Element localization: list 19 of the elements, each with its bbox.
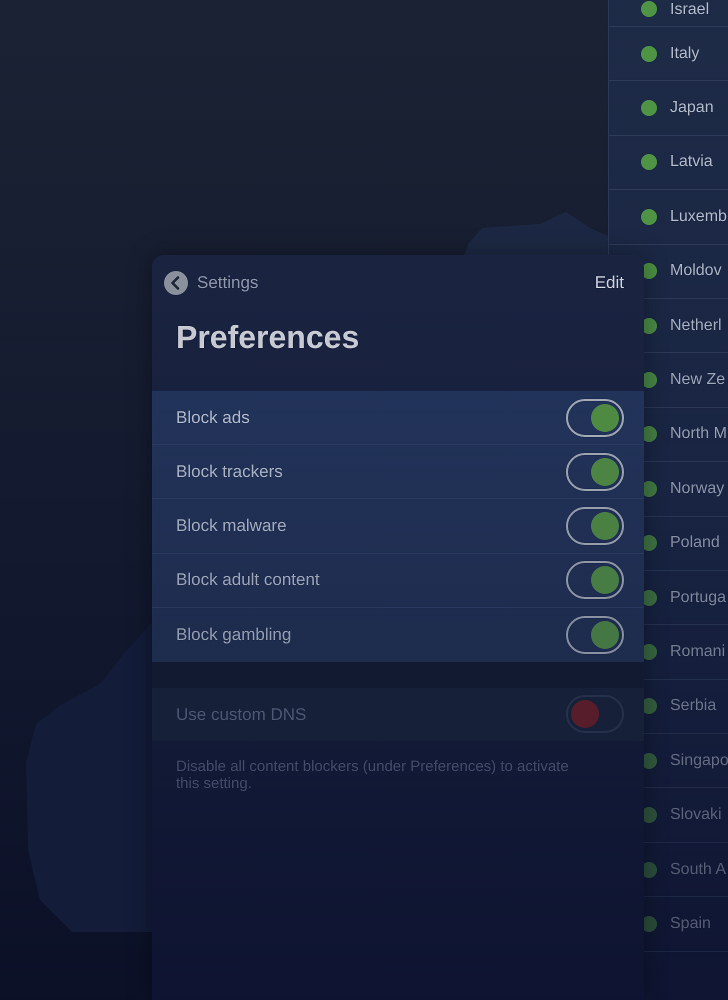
server-list-item[interactable]: Latvia [609,136,728,190]
setting-label: Block trackers [176,461,283,484]
setting-label: Block adult content [176,569,320,592]
server-list-item[interactable]: Luxemb [609,190,728,245]
setting-label: Block ads [176,406,250,429]
page-title: Preferences [175,318,360,356]
toggle-switch[interactable] [566,398,624,437]
toggle-switch[interactable] [566,561,624,600]
setting-label: Block gambling [176,624,292,646]
server-list-item[interactable]: Italy [609,27,728,82]
toggle-switch[interactable] [566,506,624,545]
toggle-switch[interactable] [566,452,624,491]
setting-label: Block malware [176,515,287,538]
back-icon [164,271,188,295]
toggle-switch[interactable] [566,616,624,654]
back-button[interactable]: Settings [164,270,258,296]
setting-label: Use custom DNS [176,704,306,726]
server-list-item[interactable]: Japan [609,81,728,136]
server-list-item[interactable]: Israel [609,0,728,27]
